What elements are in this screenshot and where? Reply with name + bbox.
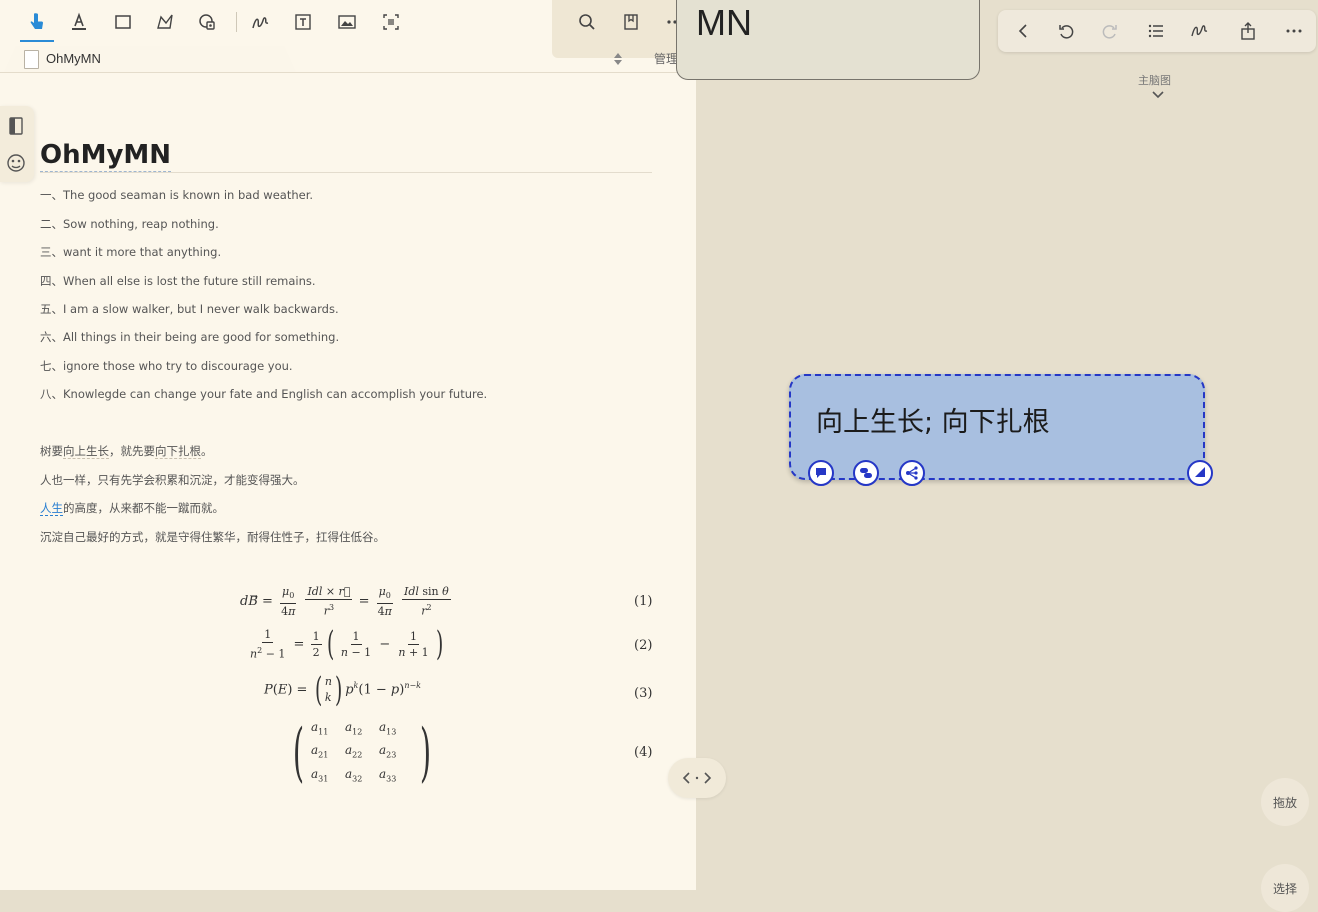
lasso-icon[interactable] xyxy=(150,8,180,36)
quote-line-3: 三、want it more that anything. xyxy=(40,245,222,259)
mindmap-top-card-text: MN xyxy=(696,2,752,43)
textbox-icon[interactable] xyxy=(288,8,318,36)
doc-title: OhMyMN xyxy=(40,140,172,172)
highlighter-icon[interactable] xyxy=(64,8,94,36)
sort-icon[interactable] xyxy=(612,51,624,67)
cn-line-1-e: 。 xyxy=(201,444,213,458)
emoji-icon[interactable] xyxy=(5,152,27,174)
more-icon[interactable] xyxy=(1284,21,1304,41)
cn-line-1-a: 树要 xyxy=(40,444,63,458)
toolbar-separator xyxy=(236,12,237,32)
quote-line-8: 八、Knowlegde can change your fate and Eng… xyxy=(40,387,488,401)
quote-line-5: 五、I am a slow walker, but I never walk b… xyxy=(40,302,339,316)
quote-line-4: 四、When all else is lost the future still… xyxy=(40,274,316,288)
equation-number-3: (3) xyxy=(634,686,653,701)
resize-handle-icon[interactable] xyxy=(1187,460,1213,486)
merge-icon[interactable] xyxy=(853,460,879,486)
side-float-panel xyxy=(0,106,34,182)
notebook-icon[interactable] xyxy=(5,115,27,137)
tab-bar: OhMyMN 管理 xyxy=(0,46,696,73)
branch-icon[interactable] xyxy=(899,460,925,486)
back-icon[interactable] xyxy=(1014,21,1034,41)
document-pane: OhMyMN 管理 OhMyMN 一、The good seaman is kn… xyxy=(0,0,696,890)
mindmap-title-label[interactable]: 主脑图 xyxy=(1138,72,1171,88)
tab-title[interactable]: OhMyMN xyxy=(46,51,101,66)
pointer-icon[interactable] xyxy=(22,8,52,36)
cn-line-3-rest: 的高度，从来都不能一蹴而就。 xyxy=(63,501,224,515)
drag-button[interactable]: 拖放 xyxy=(1261,778,1309,826)
drag-button-label: 拖放 xyxy=(1272,795,1297,810)
equation-number-4: (4) xyxy=(634,745,653,760)
equation-1: dB⃗ = μ04π Idl × r⃗r3 = μ04π Idl sin θr2 xyxy=(240,585,451,619)
redo-icon[interactable] xyxy=(1100,21,1120,41)
pen-icon[interactable] xyxy=(246,8,276,36)
cn-line-3: 人生的高度，从来都不能一蹴而就。 xyxy=(40,500,224,516)
title-divider xyxy=(40,172,652,173)
split-arrows-icon xyxy=(682,772,712,784)
image-capture-icon[interactable] xyxy=(192,8,222,36)
search-icon[interactable] xyxy=(572,8,602,36)
cn-line-2: 人也一样，只有先学会积累和沉淀，才能变得强大。 xyxy=(40,473,305,487)
share-icon[interactable] xyxy=(1238,21,1258,41)
mindmap-node-text[interactable]: 向上生长; 向下扎根 xyxy=(816,400,1050,439)
quote-line-6: 六、All things in their being are good for… xyxy=(40,330,340,344)
pen-icon[interactable] xyxy=(1190,21,1210,41)
quote-line-2: 二、Sow nothing, reap nothing. xyxy=(40,217,219,231)
quote-line-1: 一、The good seaman is known in bad weathe… xyxy=(40,188,314,202)
cn-line-4: 沉淀自己最好的方式，就是守得住繁华，耐得住性子，扛得住低谷。 xyxy=(40,530,385,544)
equation-2: 1 n2 − 1 = 1 2(1 n − 1 − 1n + 1) xyxy=(250,624,443,665)
cn-line-1-c: ，就先要 xyxy=(109,444,155,458)
select-button[interactable]: 选择 xyxy=(1261,864,1309,912)
rectangle-select-icon[interactable] xyxy=(108,8,138,36)
equation-3: P(E) = (n k) pk(1 − p)n−k xyxy=(264,670,422,710)
mindmap-toolbar xyxy=(998,10,1316,52)
cn-line-1-highlight-2[interactable]: 向下扎根 xyxy=(155,444,201,459)
select-button-label: 选择 xyxy=(1272,882,1297,896)
pane-split-handle[interactable] xyxy=(668,758,726,798)
quote-line-7: 七、ignore those who try to discourage you… xyxy=(40,359,293,373)
annotation-toolbar xyxy=(0,0,696,44)
active-tool-indicator xyxy=(20,40,54,42)
comment-icon[interactable] xyxy=(808,460,834,486)
cn-line-1: 树要向上生长，就先要向下扎根。 xyxy=(40,443,213,459)
undo-icon[interactable] xyxy=(1056,21,1076,41)
image-icon[interactable] xyxy=(332,8,362,36)
manage-button[interactable]: 管理 xyxy=(654,50,678,67)
document-icon xyxy=(24,50,39,69)
cn-line-3-link[interactable]: 人生 xyxy=(40,501,63,516)
bookmark-icon[interactable] xyxy=(616,8,646,36)
cn-line-1-highlight-1[interactable]: 向上生长 xyxy=(63,444,109,459)
ocr-icon[interactable] xyxy=(376,8,406,36)
equation-4: ( a11 a12 a13 a21 a22 a23 a31 a32 a33 ) xyxy=(292,716,432,791)
chevron-down-icon[interactable] xyxy=(1151,90,1165,100)
equation-number-2: (2) xyxy=(634,638,653,653)
equation-number-1: (1) xyxy=(634,594,653,609)
outline-list-icon[interactable] xyxy=(1146,21,1166,41)
